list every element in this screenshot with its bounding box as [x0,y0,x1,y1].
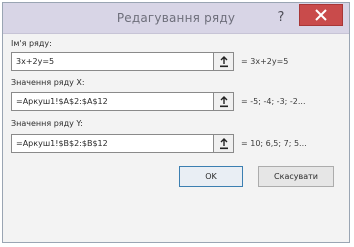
edit-series-dialog: Редагування ряду ? Ім'я ряду: 3x+2y=5 = … [2,2,350,243]
series-name-label: Ім'я ряду: [11,39,52,48]
series-name-input[interactable]: 3x+2y=5 [11,52,214,71]
y-values-input[interactable]: =Аркуш1!$B$2:$B$12 [11,134,214,153]
help-button[interactable]: ? [271,9,291,27]
y-values-collapse-button[interactable] [214,134,234,153]
title-bar[interactable]: Редагування ряду ? [3,3,349,34]
collapse-icon [220,138,228,150]
ok-button[interactable]: OK [179,166,243,187]
x-values-label: Значення ряду X: [11,78,85,87]
cancel-button[interactable]: Скасувати [258,166,334,187]
close-button[interactable] [299,4,343,26]
y-values-result: = 10; 6,5; 7; 5... [241,139,307,148]
dialog-title: Редагування ряду [116,11,236,25]
y-values-label: Значення ряду Y: [11,119,83,128]
series-name-result: = 3x+2y=5 [241,57,289,66]
series-name-collapse-button[interactable] [214,52,234,71]
x-values-input[interactable]: =Аркуш1!$A$2:$A$12 [11,92,214,111]
collapse-icon [220,96,228,108]
x-values-result: = -5; -4; -3; -2... [241,97,306,106]
collapse-icon [220,56,228,68]
x-values-collapse-button[interactable] [214,92,234,111]
close-icon [315,9,327,21]
